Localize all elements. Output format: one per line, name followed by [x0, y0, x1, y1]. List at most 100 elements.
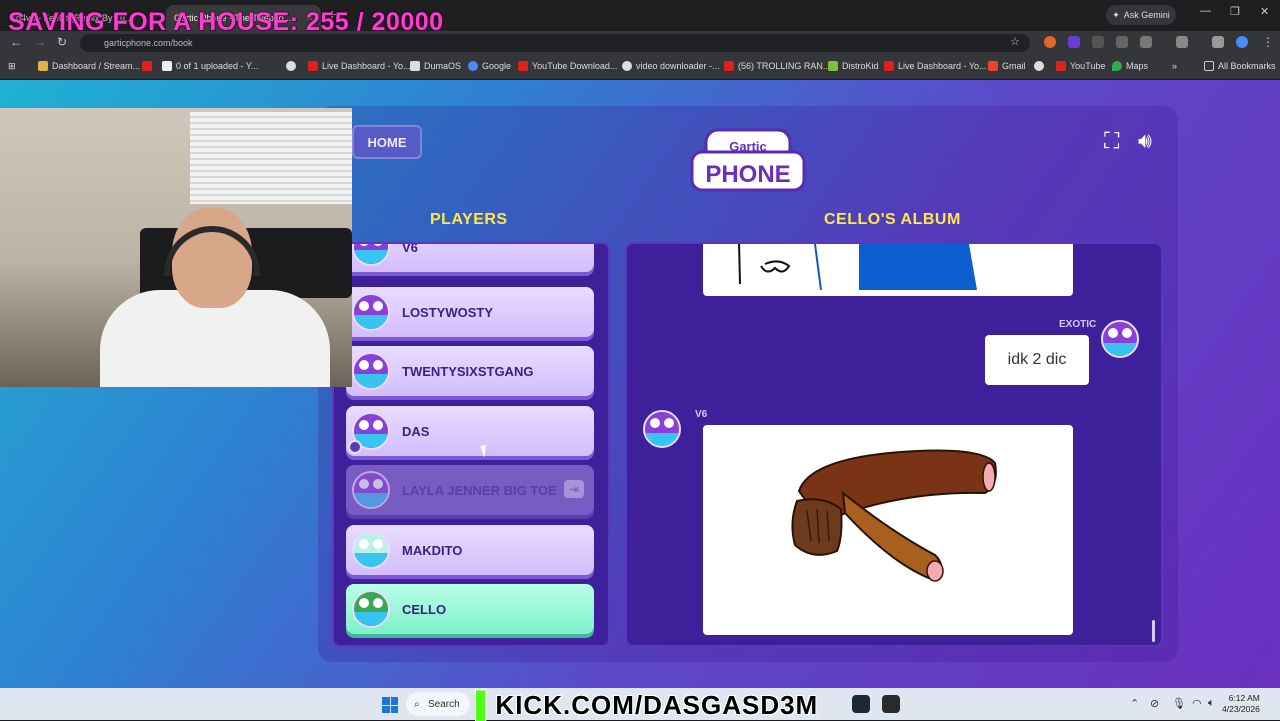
album-scrollbar[interactable] — [1152, 620, 1155, 642]
bookmark[interactable] — [142, 61, 152, 71]
bookmark[interactable]: Live Dashboard - Yo... — [884, 61, 987, 71]
bookmark[interactable]: DumaOS — [410, 61, 461, 71]
profile-avatar[interactable] — [1236, 36, 1248, 48]
clock-time: 6:12 AM — [1228, 693, 1260, 703]
players-heading: PLAYERS — [430, 211, 508, 228]
album-entry-avatar — [1101, 320, 1139, 358]
all-bookmarks[interactable]: All Bookmarks — [1204, 61, 1276, 71]
album-entry-username: EXOTIC — [1059, 319, 1097, 330]
extension-icon[interactable] — [1068, 36, 1080, 48]
extensions-puzzle-icon[interactable] — [1140, 36, 1152, 48]
player-row[interactable]: DAS — [346, 406, 594, 456]
reload-icon[interactable]: ↻ — [57, 35, 67, 49]
album-heading: CELLO'S ALBUM — [824, 211, 961, 228]
bookmark[interactable]: DistroKid — [828, 61, 879, 71]
chevron-up-icon[interactable]: ⌃ — [1130, 697, 1139, 710]
bookmark-label: (56) TROLLING RAN... — [738, 61, 831, 71]
download-icon[interactable] — [1212, 36, 1224, 48]
player-avatar — [352, 293, 390, 331]
windows-start-icon[interactable] — [382, 697, 398, 713]
bookmark[interactable]: YouTube Download... — [518, 61, 617, 71]
player-name: V6 — [402, 242, 418, 255]
maximize-icon[interactable]: ❐ — [1230, 5, 1240, 18]
album-entry-username: V6 — [695, 409, 708, 420]
volume-icon[interactable]: 🔈︎ — [1208, 697, 1215, 710]
drawing-card — [703, 425, 1073, 635]
webcam-overlay — [0, 108, 352, 387]
bookmark[interactable]: Maps — [1112, 61, 1148, 71]
gartic-phone-logo: Gartic PHONE — [690, 128, 806, 192]
bookmark-label: YouTube — [1070, 61, 1106, 71]
bookmark[interactable] — [286, 61, 296, 71]
bookmark-label: YouTube Download... — [532, 61, 618, 71]
forward-icon[interactable]: → — [34, 35, 46, 49]
star-icon[interactable]: ☆ — [1010, 35, 1020, 48]
players-list[interactable]: V6 LOSTYWOSTY TWENTYSIXSTGANG DAS LAYLA … — [332, 242, 610, 647]
url-field[interactable]: garticphone.com/book — [80, 34, 1030, 52]
extension-icon[interactable] — [1044, 36, 1056, 48]
player-name: LOSTYWOSTY — [402, 304, 493, 320]
bookmark[interactable]: YouTube — [1056, 61, 1105, 71]
back-icon[interactable]: ← — [10, 35, 22, 49]
close-window-icon[interactable]: ✕ — [1260, 5, 1269, 18]
steam-icon[interactable] — [852, 695, 870, 713]
drawing-partial — [738, 244, 977, 291]
album-entry-avatar — [643, 410, 681, 448]
window-blinds — [190, 112, 352, 204]
extension-icon[interactable] — [1116, 36, 1128, 48]
player-row[interactable]: MAKDITO — [346, 525, 594, 575]
player-row[interactable]: LOSTYWOSTY — [346, 287, 594, 337]
speaker-icon[interactable]: 🔊︎ — [1138, 128, 1152, 154]
bookmark[interactable]: 0 of 1 uploaded - Y... — [162, 61, 258, 71]
taskbar: ⌕ Search ▌KICK.COM/DASGASD3M ⌃ ⊘ 🎙︎ ◠ 🔈︎ … — [0, 688, 1280, 720]
minimize-icon[interactable]: — — [1200, 5, 1211, 17]
search-icon: ⌕ — [414, 698, 420, 710]
microphone-icon[interactable]: 🎙︎ — [1172, 697, 1186, 710]
bookmark[interactable]: Live Dashboard - Yo... — [308, 61, 411, 71]
bookmark-label: video downloader -... — [636, 61, 720, 71]
clock[interactable]: 6:12 AM 4/23/2026 — [1222, 693, 1260, 715]
taskbar-search-label: Search — [428, 698, 460, 710]
bookmark[interactable]: Gmail — [988, 61, 1026, 71]
album-panel[interactable]: EXOTIC idk 2 dic V6 — [625, 242, 1163, 647]
home-label: HOME — [367, 134, 407, 150]
host-badge-icon — [348, 440, 362, 454]
extension-icon[interactable] — [1092, 36, 1104, 48]
ask-gemini-button[interactable]: ✦ Ask Gemini — [1106, 5, 1176, 25]
player-avatar — [352, 471, 390, 509]
player-name: CELLO — [402, 601, 447, 617]
bookmark-label: Live Dashboard - Yo... — [898, 61, 987, 71]
player-row[interactable]: V6 — [346, 242, 594, 272]
guess-text: idk 2 dic — [1007, 351, 1067, 368]
drawing-sausage — [791, 449, 997, 582]
player-name: TWENTYSIXSTGANG — [402, 363, 534, 379]
wifi-icon[interactable]: ◠ — [1192, 697, 1202, 710]
all-bookmarks-label: All Bookmarks — [1218, 61, 1276, 71]
address-bar-row: ← → ↻ garticphone.com/book ☆ ⋮ — [0, 31, 1280, 55]
taskbar-search[interactable]: ⌕ Search — [406, 692, 470, 716]
kick-url-text: KICK.COM/DASGASD3M — [495, 690, 819, 720]
bookmark-label: DistroKid — [842, 61, 879, 71]
fullscreen-icon[interactable]: ⛶ — [1104, 128, 1119, 154]
apps-grid-icon[interactable]: ⊞ — [8, 61, 16, 72]
bookmark[interactable]: Dashboard / Stream... — [38, 61, 140, 71]
media-icon[interactable] — [1176, 36, 1188, 48]
bookmark-label: Google — [482, 61, 512, 71]
player-row-selected[interactable]: CELLO — [346, 584, 594, 634]
bookmark[interactable] — [1034, 61, 1044, 71]
chevron-right-icon[interactable]: » — [1172, 61, 1177, 71]
sparkle-icon: ✦ — [1112, 9, 1120, 20]
home-button[interactable]: HOME — [352, 125, 422, 159]
network-icon[interactable]: ⊘ — [1150, 697, 1159, 710]
menu-dots-icon[interactable]: ⋮ — [1262, 35, 1274, 49]
bookmark-label: DumaOS — [424, 61, 462, 71]
bookmark[interactable]: (56) TROLLING RAN... — [724, 61, 830, 71]
epic-games-icon[interactable] — [882, 695, 900, 713]
bookmark[interactable]: Google — [468, 61, 511, 71]
player-avatar — [352, 531, 390, 569]
player-row[interactable]: TWENTYSIXSTGANG — [346, 346, 594, 396]
drawing-card-partial — [703, 244, 1073, 296]
kick-url-overlay: ▌KICK.COM/DASGASD3M — [476, 690, 818, 721]
player-row[interactable]: LAYLA JENNER BIG TOE ⇥ — [346, 465, 594, 515]
bookmark[interactable]: video downloader -... — [622, 61, 720, 71]
